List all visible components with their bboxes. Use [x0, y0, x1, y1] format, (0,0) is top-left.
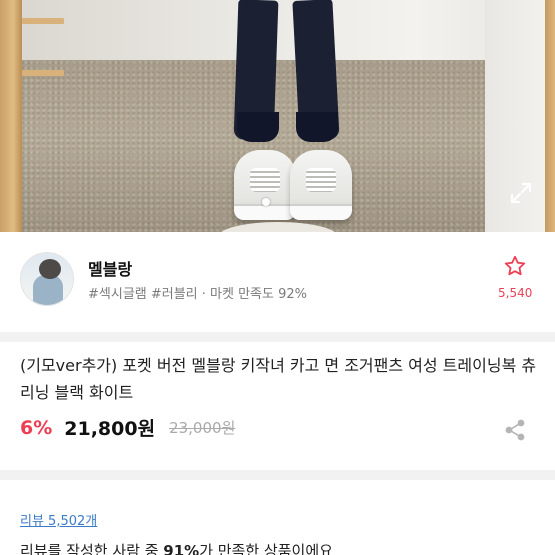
original-price: 23,000원: [169, 419, 236, 437]
photo-pants-cuff: [296, 112, 338, 142]
discount-rate: 6%: [20, 416, 53, 439]
product-info: (기모ver추가) 포켓 버전 멜블랑 키작녀 카고 면 조거팬츠 여성 트레이…: [0, 342, 555, 470]
photo-ladder-frame: [0, 0, 22, 232]
seller-name[interactable]: 멜블랑: [88, 256, 132, 280]
favorite-count: 5,540: [498, 286, 533, 300]
expand-icon[interactable]: [508, 180, 534, 206]
share-icon[interactable]: [503, 418, 527, 442]
avatar-figure-hair: [39, 259, 61, 279]
review-summary-suffix: 가 만족한 상품이에요: [199, 542, 333, 555]
product-image[interactable]: [0, 0, 555, 232]
avatar-figure-body: [33, 275, 63, 305]
photo-sneaker: [234, 150, 296, 220]
photo-ladder-rung: [22, 70, 64, 76]
product-title: (기모ver추가) 포켓 버전 멜블랑 키작녀 카고 면 조거팬츠 여성 트레이…: [20, 356, 537, 402]
review-summary-prefix: 리뷰를 작성한 사람 중: [20, 542, 164, 555]
photo-sneaker-sole: [290, 204, 352, 220]
review-satisfaction-percent: 91%: [163, 542, 200, 555]
seller-row[interactable]: 멜블랑 #섹시글램 #러블리 · 마켓 만족도 92% 5,540: [0, 232, 555, 332]
star-outline-icon: [504, 255, 526, 276]
section-divider: [0, 332, 555, 342]
photo-sneaker-sole: [234, 204, 296, 220]
photo-ladder-rung: [22, 18, 64, 24]
sale-price: 21,800원: [64, 418, 156, 440]
seller-avatar[interactable]: [20, 252, 74, 306]
review-count-link[interactable]: 리뷰 5,502개: [20, 510, 97, 529]
favorite-button[interactable]: 5,540: [498, 254, 532, 314]
review-summary: 리뷰를 작성한 사람 중 91%가 만족한 상품이에요: [20, 540, 333, 555]
photo-sneaker: [290, 150, 352, 220]
photo-pants-cuff: [237, 112, 279, 142]
photo-sneaker-lace: [306, 168, 336, 192]
section-divider: [0, 470, 555, 480]
seller-tags: #섹시글램 #러블리 · 마켓 만족도 92%: [88, 287, 307, 302]
photo-mirror-frame: [545, 0, 555, 232]
photo-sneaker-lace: [250, 168, 280, 192]
review-section: 리뷰 5,502개 리뷰를 작성한 사람 중 91%가 만족한 상품이에요: [0, 480, 555, 555]
price-row: 6% 21,800원 23,000원: [20, 414, 235, 442]
gallery-page-indicator: [262, 198, 270, 206]
